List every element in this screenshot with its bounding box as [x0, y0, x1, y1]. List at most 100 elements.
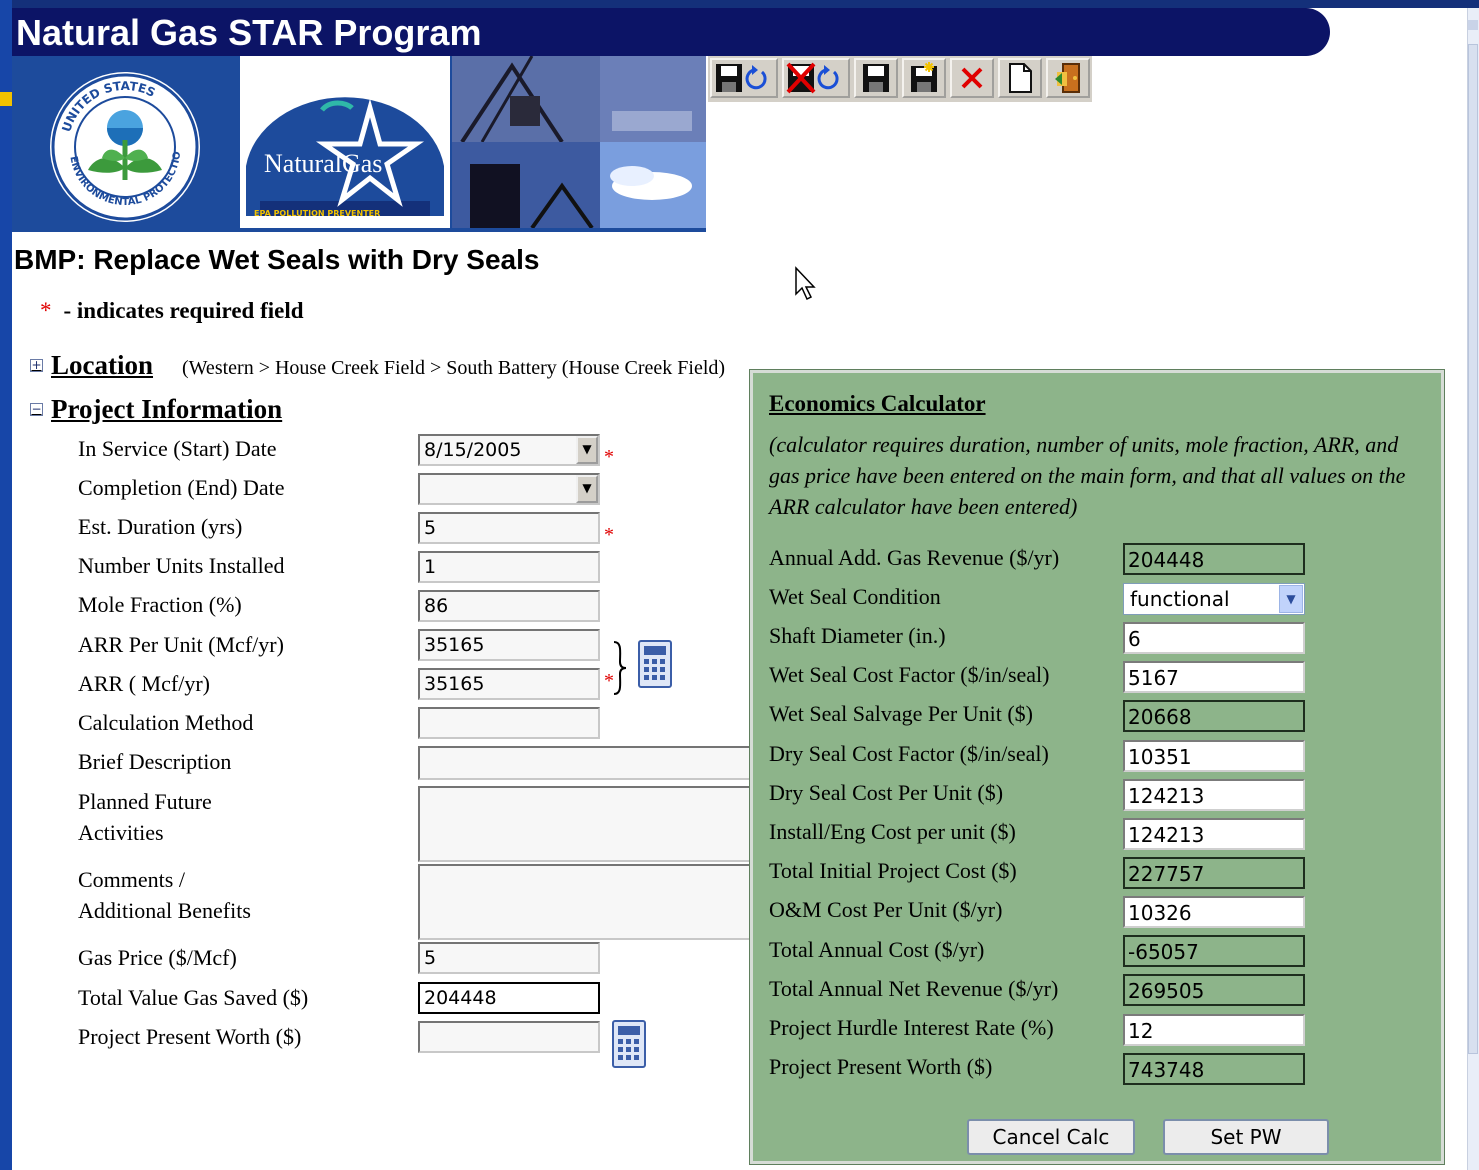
calc-method-input[interactable]: [418, 707, 600, 739]
slide-frame-accent: [0, 92, 12, 106]
shaft-diameter-input[interactable]: 6: [1123, 622, 1305, 654]
save-new-button[interactable]: [902, 58, 946, 98]
arr-per-unit-input[interactable]: 35165: [418, 629, 600, 661]
om-cost-per-unit-label: O&M Cost Per Unit ($/yr): [769, 897, 1003, 922]
comments-label-line1: Comments /: [78, 867, 185, 892]
est-duration-input[interactable]: 5: [418, 512, 600, 544]
cancel-calc-button[interactable]: Cancel Calc: [967, 1119, 1135, 1155]
om-cost-per-unit-input[interactable]: 10326: [1123, 896, 1305, 928]
title-bar: Natural Gas STAR Program: [12, 8, 1330, 56]
calc-present-worth-field: 743748: [1123, 1053, 1305, 1085]
install-eng-cost-input[interactable]: 124213: [1123, 818, 1305, 850]
expand-plus-icon[interactable]: +: [30, 359, 43, 372]
project-present-worth-input[interactable]: [418, 1021, 600, 1053]
save-refresh-button[interactable]: [710, 58, 778, 98]
mouse-cursor-icon: [795, 266, 816, 301]
in-service-date-input[interactable]: 8/15/2005 ▼: [418, 434, 600, 466]
project-present-worth-label: Project Present Worth ($): [78, 1024, 302, 1049]
est-duration-label: Est. Duration (yrs): [78, 514, 243, 539]
cancel-refresh-button[interactable]: [782, 58, 850, 98]
brace-icon: [613, 641, 627, 695]
set-pw-button[interactable]: Set PW: [1163, 1119, 1329, 1155]
hurdle-interest-rate-input[interactable]: 12: [1123, 1014, 1305, 1046]
in-service-date-value: 8/15/2005: [424, 439, 522, 461]
red-x-icon: [961, 67, 983, 89]
completion-date-input[interactable]: ▼: [418, 473, 600, 505]
bmp-title: BMP: Replace Wet Seals with Dry Seals: [14, 244, 540, 275]
dry-seal-cost-factor-input[interactable]: 10351: [1123, 740, 1305, 772]
epa-seal-logo: UNITED STATES ENVIRONMENTAL PROTECTION: [48, 70, 200, 222]
economics-calculator-icon[interactable]: [612, 1020, 646, 1068]
total-value-gas-saved-input[interactable]: 204448: [418, 982, 600, 1014]
total-annual-net-revenue-label: Total Annual Net Revenue ($/yr): [769, 976, 1059, 1001]
number-units-input[interactable]: 1: [418, 551, 600, 583]
mole-fraction-input[interactable]: 86: [418, 590, 600, 622]
dropdown-arrow-icon[interactable]: ▼: [576, 436, 598, 464]
total-initial-project-cost-label: Total Initial Project Cost ($): [769, 858, 1017, 883]
scrollbar-thumb[interactable]: [1468, 44, 1478, 1054]
brief-description-label: Brief Description: [78, 749, 232, 774]
new-button[interactable]: [998, 58, 1042, 98]
dry-seal-cost-per-unit-input[interactable]: 124213: [1123, 779, 1305, 811]
arr-per-unit-label: ARR Per Unit (Mcf/yr): [78, 632, 284, 657]
required-star-icon: *: [604, 524, 614, 546]
dry-seal-cost-factor-label: Dry Seal Cost Factor ($/in/seal): [769, 741, 1049, 766]
exit-button[interactable]: [1046, 58, 1090, 98]
chevron-down-icon[interactable]: ▼: [1279, 585, 1303, 613]
required-field-note: * - indicates required field: [40, 298, 304, 324]
comments-label: Comments / Additional Benefits: [78, 864, 251, 926]
blank-page-icon: [1009, 63, 1032, 93]
logo-text: NaturalGas: [264, 149, 382, 178]
wet-seal-condition-select[interactable]: functional ▼: [1123, 583, 1305, 615]
slide-frame-left: [0, 0, 12, 1170]
natural-gas-star-logo: NaturalGas EPA POLLUTION PREVENTER: [240, 56, 450, 228]
required-star-icon: *: [604, 446, 614, 468]
delete-button[interactable]: [950, 58, 994, 98]
total-initial-project-cost-field: 227757: [1123, 857, 1305, 889]
planned-future-label-line1: Planned Future: [78, 789, 212, 814]
comments-additional-benefits-input[interactable]: [418, 864, 758, 940]
browser-page: Natural Gas STAR Program UNITED STATES E…: [12, 8, 1467, 1170]
arr-input[interactable]: 35165: [418, 668, 600, 700]
comments-label-line2: Additional Benefits: [78, 898, 251, 923]
exit-door-icon: [1055, 63, 1080, 93]
scroll-up-icon[interactable]: [1468, 20, 1478, 30]
completion-date-label: Completion (End) Date: [78, 475, 285, 500]
planned-future-activities-input[interactable]: [418, 786, 758, 862]
cancel-refresh-icon: [786, 62, 839, 94]
gas-price-label: Gas Price ($/Mcf): [78, 945, 237, 970]
wet-seal-salvage-field: 20668: [1123, 700, 1305, 732]
brief-description-input[interactable]: [418, 746, 758, 780]
annual-gas-revenue-field: 204448: [1123, 543, 1305, 575]
logo-subtext: EPA POLLUTION PREVENTER: [254, 209, 380, 218]
collapse-minus-icon[interactable]: −: [30, 403, 43, 416]
wet-seal-cost-factor-input[interactable]: 5167: [1123, 661, 1305, 693]
wet-seal-salvage-label: Wet Seal Salvage Per Unit ($): [769, 701, 1033, 726]
arr-label: ARR ( Mcf/yr): [78, 671, 210, 696]
planned-future-label-line2: Activities: [78, 820, 164, 845]
save-new-icon: [911, 62, 937, 92]
slide-frame-top: [0, 0, 1479, 8]
location-section-header[interactable]: + Location: [30, 350, 153, 381]
install-eng-cost-label: Install/Eng Cost per unit ($): [769, 819, 1016, 844]
arr-calculator-icon[interactable]: [638, 640, 672, 688]
total-annual-cost-field: -65057: [1123, 935, 1305, 967]
industry-photo-collage: [452, 56, 706, 228]
app-title: Natural Gas STAR Program: [16, 12, 482, 53]
number-units-label: Number Units Installed: [78, 553, 285, 578]
save-refresh-icon: [716, 64, 767, 92]
calc-present-worth-label: Project Present Worth ($): [769, 1054, 993, 1079]
hurdle-interest-rate-label: Project Hurdle Interest Rate (%): [769, 1015, 1054, 1040]
project-info-label[interactable]: Project Information: [51, 394, 282, 425]
total-value-gas-saved-label: Total Value Gas Saved ($): [78, 985, 309, 1010]
calc-method-label: Calculation Method: [78, 710, 254, 735]
total-annual-cost-label: Total Annual Cost ($/yr): [769, 937, 985, 962]
save-button[interactable]: [854, 58, 898, 98]
vertical-scrollbar[interactable]: [1467, 8, 1479, 1170]
location-label[interactable]: Location: [51, 350, 153, 381]
total-annual-net-revenue-field: 269505: [1123, 974, 1305, 1006]
gas-price-input[interactable]: 5: [418, 942, 600, 974]
mole-fraction-label: Mole Fraction (%): [78, 592, 242, 617]
dropdown-arrow-icon[interactable]: ▼: [576, 475, 598, 503]
project-info-section-header[interactable]: − Project Information: [30, 394, 282, 425]
